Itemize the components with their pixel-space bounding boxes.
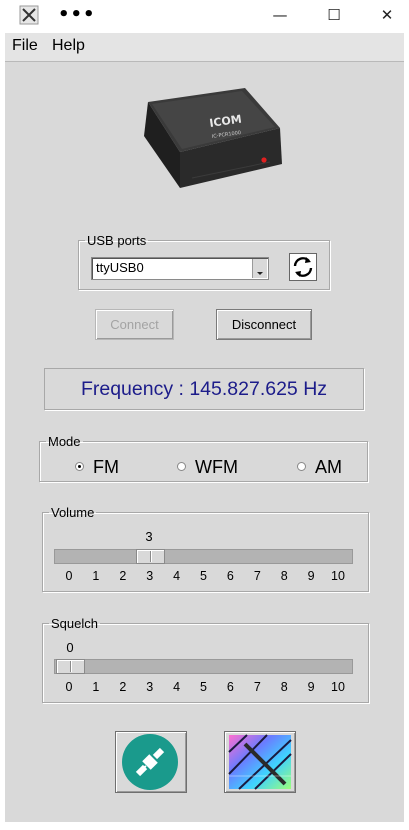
usb-ports-label: USB ports <box>87 233 147 248</box>
slider-tick-label: 1 <box>92 569 100 583</box>
refresh-ports-button[interactable] <box>289 253 317 281</box>
volume-slider[interactable] <box>54 549 353 564</box>
chevron-down-icon[interactable] <box>252 259 267 278</box>
frequency-display: Frequency : 145.827.625 Hz <box>44 368 364 410</box>
slider-tick-label: 10 <box>331 680 345 694</box>
mode-am-label: AM <box>315 457 342 477</box>
slider-tick-label: 8 <box>280 569 288 583</box>
slider-tick-label: 7 <box>253 680 261 694</box>
map-icon <box>228 734 292 790</box>
slider-tick-label: 8 <box>280 680 288 694</box>
slider-tick-label: 6 <box>226 680 234 694</box>
radio-device-image: ICOM IC-PCR1000 <box>144 88 282 188</box>
app-icon <box>19 5 39 25</box>
slider-tick-label: 9 <box>307 569 315 583</box>
mode-wfm-label: WFM <box>195 457 238 477</box>
volume-label: Volume <box>51 505 95 520</box>
slider-tick-label: 9 <box>307 680 315 694</box>
slider-tick-label: 0 <box>65 569 73 583</box>
app-window: ••• — ☐ ✕ File Help ICOM IC-PCR1000 USB … <box>0 0 409 830</box>
satellite-button[interactable] <box>115 731 187 793</box>
slider-tick-label: 6 <box>226 569 234 583</box>
volume-slider-thumb[interactable] <box>136 549 165 564</box>
slider-tick-label: 2 <box>119 569 127 583</box>
volume-value: 3 <box>145 529 153 544</box>
mode-label: Mode <box>48 434 81 449</box>
slider-tick-label: 3 <box>146 680 154 694</box>
slider-tick-label: 5 <box>200 680 207 694</box>
squelch-label: Squelch <box>51 616 98 631</box>
power-led <box>261 157 267 163</box>
slider-tick-label: 1 <box>92 680 100 694</box>
slider-tick-label: 3 <box>146 569 154 583</box>
connect-button[interactable]: Connect <box>95 309 174 340</box>
radio-indicator[interactable] <box>75 462 84 471</box>
slider-tick-label: 10 <box>331 569 345 583</box>
slider-tick-label: 7 <box>253 569 261 583</box>
disconnect-button[interactable]: Disconnect <box>216 309 312 340</box>
radio-indicator[interactable] <box>177 462 186 471</box>
slider-tick-label: 0 <box>65 680 73 694</box>
close-button[interactable]: ✕ <box>369 4 405 26</box>
satellite-icon <box>122 734 178 790</box>
usb-port-select[interactable]: ttyUSB0 <box>91 257 269 280</box>
main-panel: ICOM IC-PCR1000 USB ports ttyUSB0 Connec… <box>5 62 404 822</box>
maximize-button[interactable]: ☐ <box>316 4 352 26</box>
map-button[interactable] <box>224 731 296 793</box>
usb-port-value: ttyUSB0 <box>96 260 144 275</box>
slider-tick-label: 4 <box>173 569 181 583</box>
title-bar: ••• — ☐ ✕ <box>0 0 409 32</box>
squelch-slider-thumb[interactable] <box>56 659 85 674</box>
slider-tick-label: 4 <box>173 680 181 694</box>
menu-help[interactable]: Help <box>52 36 85 56</box>
mode-fm-label: FM <box>93 457 119 477</box>
slider-tick-label: 5 <box>200 569 207 583</box>
squelch-value: 0 <box>66 640 74 655</box>
refresh-icon <box>293 257 313 277</box>
menu-bar: File Help <box>5 33 404 62</box>
overflow-menu-icon[interactable]: ••• <box>58 6 96 24</box>
window-bottom-edge <box>5 822 404 830</box>
minimize-button[interactable]: — <box>262 4 298 26</box>
radio-indicator[interactable] <box>297 462 306 471</box>
slider-tick-label: 2 <box>119 680 127 694</box>
squelch-slider[interactable] <box>54 659 353 674</box>
menu-file[interactable]: File <box>12 36 38 56</box>
